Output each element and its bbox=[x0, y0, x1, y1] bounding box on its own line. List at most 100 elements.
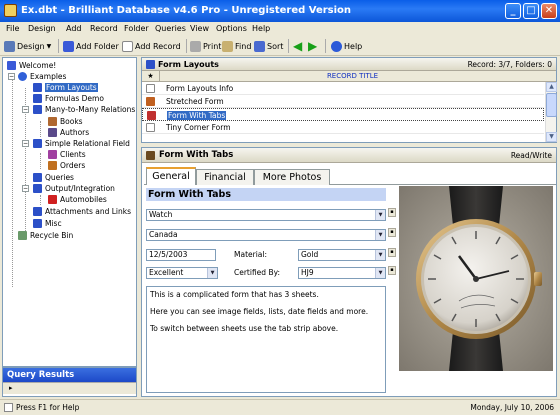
app-icon[interactable] bbox=[4, 4, 17, 17]
folder-icon bbox=[33, 94, 42, 103]
record-list-panel: Form Layouts Record: 3/7, Folders: 0 ★ R… bbox=[141, 57, 557, 143]
sort-icon bbox=[254, 40, 265, 52]
list-row[interactable]: Tiny Corner Form bbox=[142, 121, 544, 134]
tree-line bbox=[40, 121, 41, 137]
tree-item-many-to-many[interactable]: Many-to-Many Relations bbox=[33, 104, 135, 115]
find-button[interactable]: Find bbox=[222, 39, 251, 53]
menu-design[interactable]: Design bbox=[28, 24, 56, 33]
chevron-down-icon[interactable]: ▼ bbox=[207, 268, 217, 278]
tree-item-welcome[interactable]: Welcome! bbox=[7, 60, 56, 71]
folder-icon bbox=[33, 105, 42, 114]
sort-button[interactable]: Sort bbox=[254, 39, 283, 53]
material-select[interactable]: Gold ▼ bbox=[298, 249, 386, 261]
collapse-toggle[interactable]: − bbox=[8, 73, 15, 80]
certified-select[interactable]: HJ9 ▼ bbox=[298, 267, 386, 279]
record-icon bbox=[146, 97, 155, 106]
list-row-selected[interactable]: Form With Tabs bbox=[142, 108, 544, 121]
tree-item-authors[interactable]: Authors bbox=[48, 127, 89, 138]
form-section-title: Form With Tabs bbox=[146, 188, 386, 201]
print-button[interactable]: Print bbox=[190, 39, 221, 53]
form-icon bbox=[146, 151, 155, 160]
menu-file[interactable]: File bbox=[6, 24, 19, 33]
tree-item-orders[interactable]: Orders bbox=[48, 160, 85, 171]
status-help: Press F1 for Help bbox=[4, 403, 79, 412]
record-icon bbox=[147, 111, 156, 120]
tree-item-recycle-bin[interactable]: Recycle Bin bbox=[18, 230, 73, 241]
maximize-button[interactable]: □ bbox=[523, 3, 539, 19]
marker-column-header[interactable]: ★ bbox=[142, 71, 160, 81]
chevron-down-icon[interactable]: ▼ bbox=[375, 268, 385, 278]
query-results-header[interactable]: Query Results bbox=[3, 368, 136, 382]
memo-line: Here you can see image fields, lists, da… bbox=[150, 307, 369, 316]
country-select[interactable]: Canada ▼ bbox=[146, 229, 386, 241]
chevron-down-icon[interactable]: ▼ bbox=[375, 230, 385, 240]
window-title: Ex.dbt - Brilliant Database v4.6 Pro - U… bbox=[21, 5, 352, 16]
add-folder-button[interactable]: Add Folder bbox=[63, 39, 119, 53]
date-field[interactable]: 12/5/2003 bbox=[146, 249, 216, 261]
tab-general[interactable]: General bbox=[146, 167, 196, 185]
collapse-toggle[interactable]: − bbox=[22, 140, 29, 147]
help-button[interactable]: Help bbox=[331, 39, 362, 53]
record-title-column-header[interactable]: RECORD TITLE bbox=[161, 71, 544, 81]
query-results-row[interactable]: ▸ bbox=[3, 382, 136, 394]
tree-item-attachments[interactable]: Attachments and Links bbox=[33, 206, 131, 217]
access-mode: Read/Write bbox=[510, 151, 552, 160]
collapse-toggle[interactable]: − bbox=[22, 106, 29, 113]
tree-item-form-layouts[interactable]: Form Layouts bbox=[33, 82, 98, 93]
folder-tree[interactable]: Welcome! − Examples Form Layouts Formula… bbox=[2, 57, 137, 367]
chevron-down-icon[interactable]: ▼ bbox=[375, 250, 385, 260]
add-record-button[interactable]: Add Record bbox=[122, 39, 181, 53]
tree-item-automobiles[interactable]: Automobiles bbox=[48, 194, 107, 205]
menu-folder[interactable]: Folder bbox=[124, 24, 149, 33]
tab-more-photos[interactable]: More Photos bbox=[254, 169, 330, 185]
tree-item-simple-relational[interactable]: Simple Relational Field bbox=[33, 138, 130, 149]
tab-financial[interactable]: Financial bbox=[196, 169, 254, 185]
tree-line bbox=[40, 195, 41, 205]
item-lookup-button[interactable]: ▪ bbox=[388, 208, 396, 217]
tree-item-output-integration[interactable]: Output/Integration bbox=[33, 183, 115, 194]
forward-button[interactable]: ▶ bbox=[308, 39, 317, 53]
tree-item-books[interactable]: Books bbox=[48, 116, 83, 127]
back-button[interactable]: ◀ bbox=[293, 39, 302, 53]
folder-icon bbox=[33, 184, 42, 193]
arrow-right-icon: ▶ bbox=[308, 39, 318, 53]
certified-lookup-button[interactable]: ▪ bbox=[388, 266, 396, 275]
collapse-toggle[interactable]: − bbox=[22, 185, 29, 192]
chevron-down-icon[interactable]: ▼ bbox=[375, 210, 385, 220]
menu-record[interactable]: Record bbox=[90, 24, 118, 33]
material-label: Material: bbox=[234, 250, 267, 259]
tree-item-clients[interactable]: Clients bbox=[48, 149, 86, 160]
recycle-bin-icon bbox=[18, 231, 27, 240]
menu-queries[interactable]: Queries bbox=[155, 24, 186, 33]
minimize-button[interactable]: _ bbox=[505, 3, 521, 19]
record-list-header: Form Layouts Record: 3/7, Folders: 0 bbox=[142, 58, 556, 71]
tree-item-queries[interactable]: Queries bbox=[33, 172, 74, 183]
design-button[interactable]: Design ▼ bbox=[4, 39, 51, 53]
description-memo[interactable]: This is a complicated form that has 3 sh… bbox=[146, 286, 386, 393]
column-header-row: ★ RECORD TITLE bbox=[142, 71, 556, 82]
tree-item-formulas-demo[interactable]: Formulas Demo bbox=[33, 93, 104, 104]
scroll-down-icon[interactable]: ▼ bbox=[546, 132, 557, 142]
item-select[interactable]: Watch ▼ bbox=[146, 209, 386, 221]
list-row[interactable]: Stretched Form bbox=[142, 95, 544, 108]
toolbar: Design ▼ Add Folder Add Record Print Find… bbox=[0, 36, 560, 56]
scroll-up-icon[interactable]: ▲ bbox=[546, 82, 557, 92]
memo-line: This is a complicated form that has 3 sh… bbox=[150, 290, 319, 299]
tree-item-misc[interactable]: Misc bbox=[33, 218, 62, 229]
watch-photo[interactable] bbox=[399, 186, 553, 371]
menu-add[interactable]: Add bbox=[66, 24, 82, 33]
menu-options[interactable]: Options bbox=[216, 24, 247, 33]
menu-help[interactable]: Help bbox=[252, 24, 270, 33]
close-button[interactable]: ✕ bbox=[541, 3, 557, 19]
list-row[interactable]: Form Layouts Info bbox=[142, 82, 544, 95]
condition-select[interactable]: Excellent ▼ bbox=[146, 267, 218, 279]
menu-view[interactable]: View bbox=[190, 24, 209, 33]
list-scrollbar[interactable]: ▲ ▼ bbox=[545, 82, 557, 142]
status-bar: Press F1 for Help Monday, July 10, 2006 bbox=[0, 399, 560, 415]
scroll-thumb[interactable] bbox=[546, 93, 557, 117]
country-lookup-button[interactable]: ▪ bbox=[388, 228, 396, 237]
arrow-left-icon: ◀ bbox=[293, 39, 303, 53]
query-results-panel: Query Results ▸ bbox=[2, 367, 137, 397]
material-lookup-button[interactable]: ▪ bbox=[388, 248, 396, 257]
tree-item-examples[interactable]: Examples bbox=[18, 71, 66, 82]
